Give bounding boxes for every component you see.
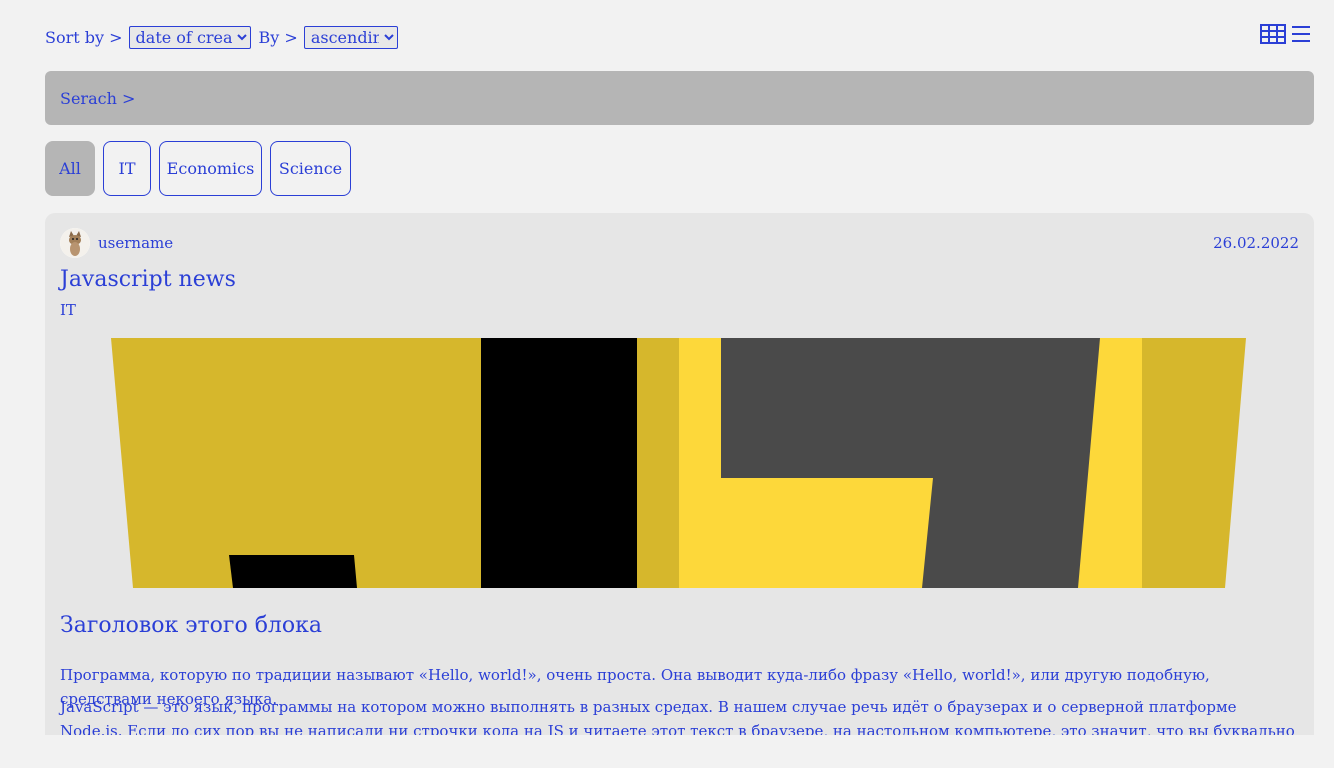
category-it[interactable]: IT	[103, 141, 151, 196]
post-username[interactable]: username	[98, 234, 173, 252]
post-title[interactable]: Javascript news	[60, 267, 236, 292]
post-card[interactable]: username 26.02.2022 Javascript news IT З…	[45, 213, 1314, 735]
sort-controls: Sort by > date of creation By > ascendin…	[45, 26, 398, 49]
order-select[interactable]: ascending	[303, 26, 398, 49]
list-view-icon[interactable]	[1290, 24, 1312, 48]
post-paragraph: JavaScript — это язык, программы на кото…	[60, 698, 1295, 735]
post-heading: Заголовок этого блока	[60, 613, 323, 638]
category-science[interactable]: Science	[270, 141, 351, 196]
category-economics[interactable]: Economics	[159, 141, 262, 196]
category-all[interactable]: All	[45, 141, 95, 196]
cat-avatar-icon	[60, 228, 90, 258]
page-bottom	[0, 735, 1334, 768]
order-label: By >	[258, 28, 298, 47]
search-input[interactable]	[175, 79, 1304, 117]
post-date: 26.02.2022	[1213, 234, 1299, 252]
avatar[interactable]	[60, 228, 90, 258]
javascript-logo-image	[111, 338, 1246, 588]
sort-label: Sort by >	[45, 28, 123, 47]
search-bar[interactable]: Serach >	[45, 71, 1314, 125]
category-tabs: All IT Economics Science	[45, 141, 351, 196]
post-tag[interactable]: IT	[60, 301, 76, 319]
view-switcher	[1260, 24, 1312, 48]
sort-select[interactable]: date of creation	[128, 26, 251, 49]
grid-view-icon[interactable]	[1260, 24, 1286, 48]
search-label: Serach >	[60, 88, 136, 108]
